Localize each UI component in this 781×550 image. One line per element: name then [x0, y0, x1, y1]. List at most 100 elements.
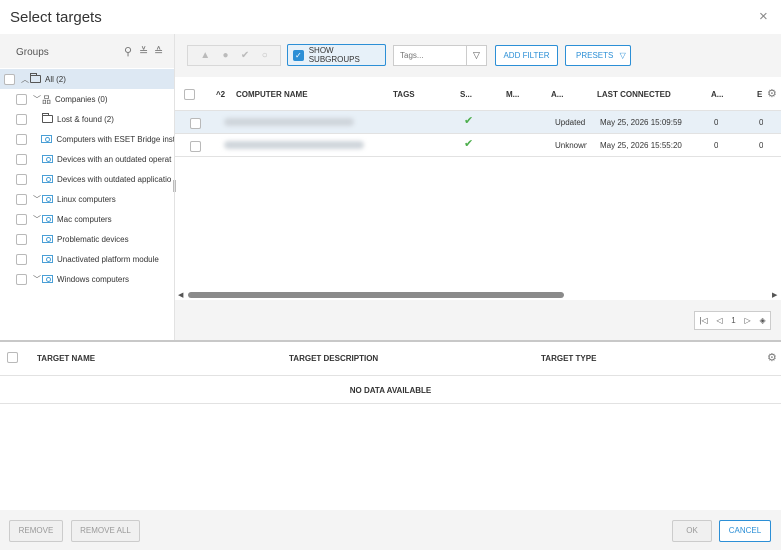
redacted-computer-name [224, 118, 354, 126]
column-alerts[interactable]: A... [711, 90, 723, 99]
close-icon[interactable]: × [759, 8, 768, 25]
group-checkbox[interactable] [16, 193, 27, 205]
column-muted[interactable]: M... [506, 90, 519, 99]
pager-bar [175, 300, 781, 340]
column-target-type[interactable]: TARGET TYPE [541, 354, 596, 363]
remove-all-button[interactable]: REMOVE ALL [71, 520, 140, 542]
groups-title: Groups [16, 47, 49, 58]
group-checkbox[interactable] [16, 213, 27, 225]
row-checkbox[interactable] [190, 118, 201, 129]
group-label: Windows computers [57, 274, 130, 284]
column-settings-icon[interactable]: ⚙ [767, 87, 777, 100]
group-tree-item[interactable]: ﹀ Windows computers [0, 269, 175, 289]
column-last-connected[interactable]: LAST CONNECTED [597, 90, 671, 99]
next-page-icon[interactable]: ▷ [745, 316, 751, 325]
dynamic-group-icon [42, 215, 53, 223]
row-checkbox[interactable] [190, 141, 201, 152]
group-label: Unactivated platform module [57, 254, 159, 264]
group-checkbox[interactable] [16, 173, 27, 185]
group-checkbox[interactable] [16, 273, 27, 285]
column-computer-name[interactable]: COMPUTER NAME [236, 90, 308, 99]
group-tree-item[interactable]: Problematic devices [0, 229, 175, 249]
column-tags[interactable]: TAGS [393, 90, 415, 99]
dynamic-group-icon [42, 235, 53, 243]
horizontal-scrollbar[interactable] [188, 292, 564, 298]
cancel-button[interactable]: CANCEL [719, 520, 771, 542]
filter-icon[interactable]: ▽ [466, 45, 487, 66]
group-label: Linux computers [57, 194, 116, 204]
pager: |◁ ◁ 1 ▷ ◈ [694, 311, 771, 330]
folder-icon [30, 73, 41, 83]
column-e[interactable]: E [757, 90, 762, 99]
group-label: Companies (0) [55, 94, 108, 104]
dynamic-group-icon [42, 255, 53, 263]
group-tree-item[interactable]: ﹀ 品 Companies (0) [0, 89, 175, 109]
targets-table-header [0, 342, 781, 376]
e-value: 0 [759, 141, 764, 150]
column-status[interactable]: S... [460, 90, 472, 99]
alerts-value: 0 [714, 118, 719, 127]
scroll-left-icon[interactable]: ◀ [178, 291, 183, 299]
group-label: Devices with an outdated operat [57, 154, 172, 164]
error-icon[interactable]: ● [222, 50, 228, 61]
select-all-checkbox[interactable] [184, 89, 195, 100]
warning-icon[interactable]: ▲ [200, 50, 210, 61]
redacted-computer-name [224, 141, 364, 149]
column-target-description[interactable]: TARGET DESCRIPTION [289, 354, 378, 363]
scroll-right-icon[interactable]: ▶ [772, 291, 777, 299]
tags-input[interactable] [393, 45, 467, 66]
search-icon[interactable]: ⚲ [124, 45, 132, 58]
group-checkbox[interactable] [16, 253, 27, 265]
first-page-icon[interactable]: |◁ [699, 316, 707, 325]
last-connected-value: May 25, 2026 15:55:20 [600, 141, 682, 150]
chevron-icon[interactable]: ﹀ [32, 274, 42, 285]
group-tree-item[interactable]: Computers with ESET Bridge inst [0, 129, 175, 149]
resize-handle[interactable] [173, 180, 176, 192]
status-filter-group[interactable]: ▲ ● ✔ ○ [187, 45, 281, 66]
group-checkbox[interactable] [16, 113, 27, 125]
presets-button[interactable]: PRESETS ▽ [565, 45, 631, 66]
group-checkbox[interactable] [16, 233, 27, 245]
previous-page-icon[interactable]: ◁ [716, 316, 722, 325]
layers-icon[interactable]: ◈ [759, 316, 765, 325]
remove-button[interactable]: REMOVE [9, 520, 63, 542]
group-tree-item[interactable]: ︿ All (2) [0, 69, 175, 89]
group-checkbox[interactable] [16, 133, 27, 145]
chevron-icon[interactable]: ﹀ [32, 94, 42, 105]
collapse-all-icon[interactable]: ≚ [139, 45, 148, 58]
column-activity[interactable]: A... [551, 90, 563, 99]
targets-select-all-checkbox[interactable] [7, 352, 18, 363]
expand-all-icon[interactable]: ≙ [154, 45, 163, 58]
group-label: Devices with outdated applicatio [57, 174, 172, 184]
e-value: 0 [759, 118, 764, 127]
page-number[interactable]: 1 [731, 316, 735, 325]
presets-label: PRESETS [576, 51, 614, 60]
no-data-message: NO DATA AVAILABLE [349, 386, 432, 395]
group-checkbox[interactable] [4, 73, 15, 85]
sort-indicator[interactable]: ^2 [216, 90, 225, 99]
chevron-icon[interactable]: ﹀ [32, 214, 42, 225]
group-tree-item[interactable]: ﹀ Linux computers [0, 189, 175, 209]
column-target-name[interactable]: TARGET NAME [37, 354, 95, 363]
dialog-title: Select targets [10, 9, 102, 26]
chevron-icon[interactable]: ︿ [20, 74, 30, 85]
group-tree: ︿ All (2) ﹀ 品 Companies (0) Lost & found (2) C… [0, 69, 175, 289]
targets-settings-icon[interactable]: ⚙ [767, 351, 777, 364]
group-tree-item[interactable]: Unactivated platform module [0, 249, 175, 269]
group-tree-item[interactable]: ﹀ Mac computers [0, 209, 175, 229]
group-checkbox[interactable] [16, 153, 27, 165]
alerts-value: 0 [714, 141, 719, 150]
last-connected-value: May 25, 2026 15:09:59 [600, 118, 682, 127]
status-ok-icon: ✔ [464, 115, 474, 127]
info-icon[interactable]: ○ [262, 50, 268, 61]
group-tree-item[interactable]: Devices with outdated applicatio [0, 169, 175, 189]
ok-icon[interactable]: ✔ [241, 50, 249, 61]
group-tree-item[interactable]: Devices with an outdated operat [0, 149, 175, 169]
chevron-icon[interactable]: ﹀ [32, 194, 42, 205]
add-filter-button[interactable]: ADD FILTER [495, 45, 558, 66]
group-tree-item[interactable]: Lost & found (2) [0, 109, 175, 129]
show-subgroups-toggle[interactable]: ✓ SHOW SUBGROUPS [287, 44, 386, 66]
group-checkbox[interactable] [16, 93, 27, 105]
group-label: Computers with ESET Bridge inst [56, 134, 175, 144]
ok-button[interactable]: OK [672, 520, 712, 542]
